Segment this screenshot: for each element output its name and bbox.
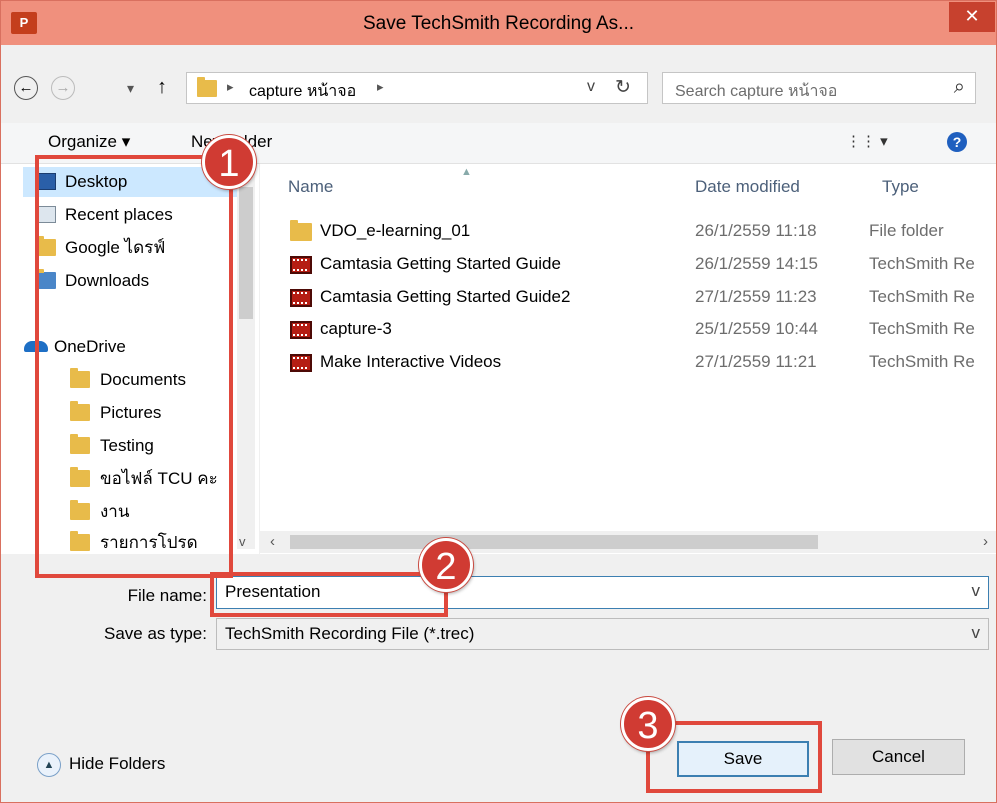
file-name-label: File name: bbox=[127, 586, 207, 605]
file-date: 26/1/2559 14:15 bbox=[695, 254, 818, 273]
file-name: VDO_e-learning_01 bbox=[320, 221, 471, 240]
search-placeholder: Search capture หน้าจอ bbox=[675, 83, 838, 100]
hide-folders-button[interactable]: ▲ bbox=[37, 753, 63, 779]
file-date: 25/1/2559 10:44 bbox=[695, 319, 818, 338]
sidebar-scrollbar[interactable]: v bbox=[237, 167, 255, 549]
breadcrumb-folder[interactable]: capture หน้าจอ bbox=[249, 79, 356, 104]
callout-badge-2: 2 bbox=[419, 538, 473, 592]
file-row[interactable]: Make Interactive Videos 27/1/2559 11:21 … bbox=[260, 346, 996, 378]
column-header-name[interactable]: Name bbox=[288, 177, 333, 197]
recent-locations-dropdown[interactable]: ▾ bbox=[127, 80, 134, 97]
file-date: 27/1/2559 11:21 bbox=[695, 352, 817, 371]
hide-folders-label[interactable]: Hide Folders bbox=[69, 754, 165, 774]
callout-box-1 bbox=[35, 155, 233, 578]
navigation-bar: ← → ▾ ↑ ▸ capture หน้าจอ ▸ v ↻ Search ca… bbox=[1, 45, 996, 123]
address-bar[interactable]: ▸ capture หน้าจอ ▸ v ↻ bbox=[186, 72, 648, 104]
column-header-type[interactable]: Type bbox=[882, 177, 919, 197]
file-name-dropdown-icon[interactable]: v bbox=[972, 581, 981, 601]
callout-badge-3: 3 bbox=[621, 697, 675, 751]
help-icon[interactable]: ? bbox=[947, 132, 967, 152]
file-type: TechSmith Re bbox=[869, 319, 975, 338]
save-form: File name: Presentation v Save as type: … bbox=[1, 554, 996, 802]
folder-icon bbox=[290, 220, 312, 241]
save-type-dropdown-icon[interactable]: v bbox=[972, 623, 981, 643]
save-dialog: P Save TechSmith Recording As... ✕ ← → ▾… bbox=[0, 0, 997, 803]
column-header-date[interactable]: Date modified bbox=[695, 177, 800, 197]
callout-badge-1: 1 bbox=[202, 135, 256, 189]
recording-file-icon bbox=[290, 354, 312, 372]
cancel-button[interactable]: Cancel bbox=[832, 739, 965, 775]
back-button[interactable]: ← bbox=[14, 76, 38, 100]
file-list: ▲ Name Date modified Type VDO_e-learning… bbox=[260, 164, 996, 554]
file-date: 26/1/2559 11:18 bbox=[695, 221, 817, 240]
scrollbar-thumb[interactable] bbox=[239, 187, 253, 319]
scroll-right-arrow-icon[interactable]: › bbox=[983, 533, 988, 550]
search-icon[interactable]: ⌕ bbox=[954, 76, 965, 99]
window-title: Save TechSmith Recording As... bbox=[362, 13, 635, 34]
file-type: TechSmith Re bbox=[869, 287, 975, 306]
file-row[interactable]: Camtasia Getting Started Guide 26/1/2559… bbox=[260, 248, 996, 280]
close-button[interactable]: ✕ bbox=[949, 2, 995, 32]
scroll-down-arrow-icon[interactable]: v bbox=[239, 534, 246, 549]
file-name: Make Interactive Videos bbox=[320, 352, 502, 371]
file-type: TechSmith Re bbox=[869, 352, 975, 371]
file-type: File folder bbox=[869, 221, 944, 240]
forward-button[interactable]: → bbox=[51, 76, 75, 100]
file-row[interactable]: capture-3 25/1/2559 10:44 TechSmith Re bbox=[260, 313, 996, 345]
folder-icon bbox=[197, 77, 217, 97]
recording-file-icon bbox=[290, 289, 312, 307]
title-bar: P Save TechSmith Recording As... ✕ bbox=[1, 1, 996, 45]
save-type-select[interactable]: TechSmith Recording File (*.trec) v bbox=[216, 618, 989, 650]
breadcrumb-chevron-icon[interactable]: ▸ bbox=[377, 79, 384, 95]
sort-ascending-icon: ▲ bbox=[461, 166, 472, 178]
scroll-left-arrow-icon[interactable]: ‹ bbox=[270, 533, 275, 550]
recording-file-icon bbox=[290, 321, 312, 339]
file-name: capture-3 bbox=[320, 319, 392, 338]
search-input[interactable]: Search capture หน้าจอ ⌕ bbox=[662, 72, 976, 104]
file-type: TechSmith Re bbox=[869, 254, 975, 273]
file-row[interactable]: Camtasia Getting Started Guide2 27/1/255… bbox=[260, 281, 996, 313]
address-dropdown-icon[interactable]: v bbox=[587, 78, 595, 96]
up-button[interactable]: ↑ bbox=[157, 76, 167, 99]
callout-box-2 bbox=[210, 572, 448, 617]
save-type-value: TechSmith Recording File (*.trec) bbox=[225, 624, 475, 643]
organize-button[interactable]: Organize ▾ bbox=[48, 132, 130, 152]
view-options-icon[interactable]: ⋮⋮ ▾ bbox=[846, 132, 888, 150]
file-name: Camtasia Getting Started Guide2 bbox=[320, 287, 571, 306]
recording-file-icon bbox=[290, 256, 312, 274]
file-date: 27/1/2559 11:23 bbox=[695, 287, 817, 306]
save-type-label: Save as type: bbox=[103, 624, 207, 643]
file-list-hscrollbar[interactable]: ‹ › bbox=[260, 531, 996, 553]
breadcrumb-separator-icon: ▸ bbox=[227, 79, 234, 94]
file-row[interactable]: VDO_e-learning_01 26/1/2559 11:18 File f… bbox=[260, 215, 996, 247]
scrollbar-thumb[interactable] bbox=[290, 535, 818, 549]
collapse-icon: ▲ bbox=[37, 753, 61, 777]
refresh-icon[interactable]: ↻ bbox=[615, 76, 631, 99]
file-name: Camtasia Getting Started Guide bbox=[320, 254, 561, 273]
